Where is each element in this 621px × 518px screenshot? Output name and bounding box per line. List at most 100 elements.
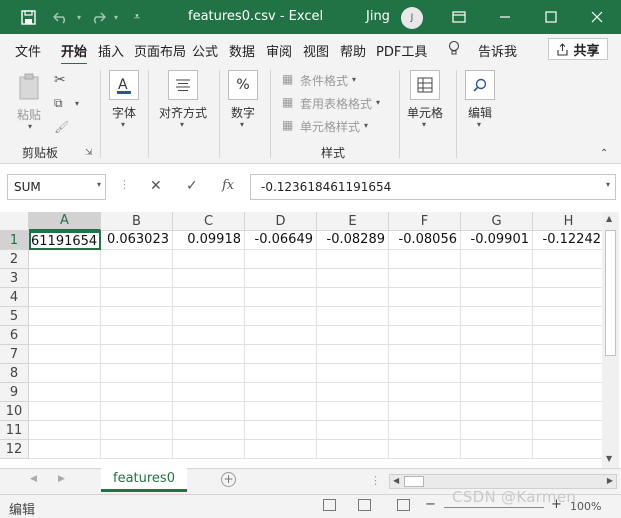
cell-f8[interactable]	[389, 364, 461, 383]
sheet-tab-features0[interactable]: features0	[101, 468, 187, 492]
cell-g8[interactable]	[461, 364, 533, 383]
cell-h2[interactable]	[533, 250, 604, 269]
cell-d9[interactable]	[245, 383, 317, 402]
cell-a2[interactable]	[29, 250, 101, 269]
cell-c6[interactable]	[173, 326, 245, 345]
tab-file[interactable]: 文件	[15, 41, 41, 60]
cell-d10[interactable]	[245, 402, 317, 421]
row-header-2[interactable]: 2	[0, 250, 29, 269]
format-table-icon[interactable]: ▦	[282, 95, 293, 109]
redo-dropdown-icon[interactable]: ▾	[107, 8, 125, 26]
cell-e8[interactable]	[317, 364, 389, 383]
cell-c5[interactable]	[173, 307, 245, 326]
column-header-d[interactable]: D	[245, 212, 317, 231]
cell-e4[interactable]	[317, 288, 389, 307]
alignment-label[interactable]: 对齐方式	[159, 104, 207, 121]
close-button[interactable]	[586, 6, 608, 28]
cell-e1[interactable]: -0.08289	[317, 231, 389, 250]
scroll-up-icon[interactable]: ▲	[606, 214, 612, 223]
format-table-dropdown-icon[interactable]: ▾	[376, 98, 380, 107]
cell-d3[interactable]	[245, 269, 317, 288]
tab-page-layout[interactable]: 页面布局	[134, 41, 186, 60]
row-header-1[interactable]: 1	[0, 231, 29, 250]
scroll-right-icon[interactable]: ▶	[607, 476, 613, 485]
cell-f4[interactable]	[389, 288, 461, 307]
cell-a1[interactable]: 61191654	[29, 231, 101, 250]
cell-g2[interactable]	[461, 250, 533, 269]
font-dropdown-icon[interactable]: ▾	[121, 120, 125, 129]
cell-b4[interactable]	[101, 288, 173, 307]
paste-dropdown-icon[interactable]: ▾	[28, 122, 32, 131]
cell-d5[interactable]	[245, 307, 317, 326]
cell-d7[interactable]	[245, 345, 317, 364]
cell-b12[interactable]	[101, 440, 173, 459]
cell-h12[interactable]	[533, 440, 604, 459]
ribbon-display-icon[interactable]	[448, 6, 470, 28]
cell-g12[interactable]	[461, 440, 533, 459]
cell-h5[interactable]	[533, 307, 604, 326]
undo-dropdown-icon[interactable]: ▾	[70, 8, 88, 26]
cell-b9[interactable]	[101, 383, 173, 402]
cell-e12[interactable]	[317, 440, 389, 459]
cell-g7[interactable]	[461, 345, 533, 364]
undo-icon[interactable]	[52, 8, 70, 26]
zoom-slider[interactable]	[444, 507, 544, 508]
cell-h4[interactable]	[533, 288, 604, 307]
cell-h8[interactable]	[533, 364, 604, 383]
cell-h9[interactable]	[533, 383, 604, 402]
editing-dropdown-icon[interactable]: ▾	[477, 120, 481, 129]
cells-icon[interactable]	[410, 70, 440, 100]
cell-a8[interactable]	[29, 364, 101, 383]
cell-g3[interactable]	[461, 269, 533, 288]
column-header-b[interactable]: B	[101, 212, 173, 231]
redo-icon[interactable]	[89, 8, 107, 26]
cell-e2[interactable]	[317, 250, 389, 269]
cell-f12[interactable]	[389, 440, 461, 459]
worksheet-grid[interactable]: ABCDEFGH 1 2 3 4 5 6 7 8 9 10 11 12 61191654 0.06302…	[0, 212, 604, 468]
cell-f10[interactable]	[389, 402, 461, 421]
row-header-6[interactable]: 6	[0, 326, 29, 345]
save-icon[interactable]	[19, 8, 37, 26]
cell-a3[interactable]	[29, 269, 101, 288]
cell-g4[interactable]	[461, 288, 533, 307]
cell-c4[interactable]	[173, 288, 245, 307]
paste-icon[interactable]	[17, 72, 43, 102]
cell-d11[interactable]	[245, 421, 317, 440]
cell-h6[interactable]	[533, 326, 604, 345]
cell-a6[interactable]	[29, 326, 101, 345]
percent-icon[interactable]: %	[228, 70, 258, 100]
cell-f3[interactable]	[389, 269, 461, 288]
vertical-scroll-thumb[interactable]	[605, 230, 616, 356]
cell-c11[interactable]	[173, 421, 245, 440]
page-layout-view-icon[interactable]	[358, 499, 371, 511]
conditional-formatting-icon[interactable]: ▦	[282, 72, 293, 86]
cell-h7[interactable]	[533, 345, 604, 364]
conditional-dropdown-icon[interactable]: ▾	[352, 75, 356, 84]
column-header-c[interactable]: C	[173, 212, 245, 231]
row-header-8[interactable]: 8	[0, 364, 29, 383]
scroll-left-icon[interactable]: ◀	[393, 476, 399, 485]
row-header-10[interactable]: 10	[0, 402, 29, 421]
select-all-corner[interactable]	[0, 212, 29, 231]
cell-h11[interactable]	[533, 421, 604, 440]
cell-f9[interactable]	[389, 383, 461, 402]
format-painter-icon[interactable]: 🖌	[54, 120, 69, 134]
cell-g6[interactable]	[461, 326, 533, 345]
cell-b11[interactable]	[101, 421, 173, 440]
tab-view[interactable]: 视图	[303, 41, 329, 60]
cell-b7[interactable]	[101, 345, 173, 364]
avatar[interactable]: J	[401, 7, 423, 29]
dialog-launcher-icon[interactable]: ⇲	[85, 148, 93, 158]
cell-a4[interactable]	[29, 288, 101, 307]
horizontal-scroll-thumb[interactable]	[404, 476, 424, 487]
tab-formulas[interactable]: 公式	[192, 41, 218, 60]
maximize-button[interactable]	[540, 6, 562, 28]
cell-e7[interactable]	[317, 345, 389, 364]
number-label[interactable]: 数字	[231, 104, 255, 121]
cell-c1[interactable]: 0.09918	[173, 231, 245, 250]
conditional-formatting-button[interactable]: 条件格式	[300, 72, 348, 89]
cell-e6[interactable]	[317, 326, 389, 345]
cell-h10[interactable]	[533, 402, 604, 421]
column-header-e[interactable]: E	[317, 212, 389, 231]
cells-dropdown-icon[interactable]: ▾	[422, 120, 426, 129]
